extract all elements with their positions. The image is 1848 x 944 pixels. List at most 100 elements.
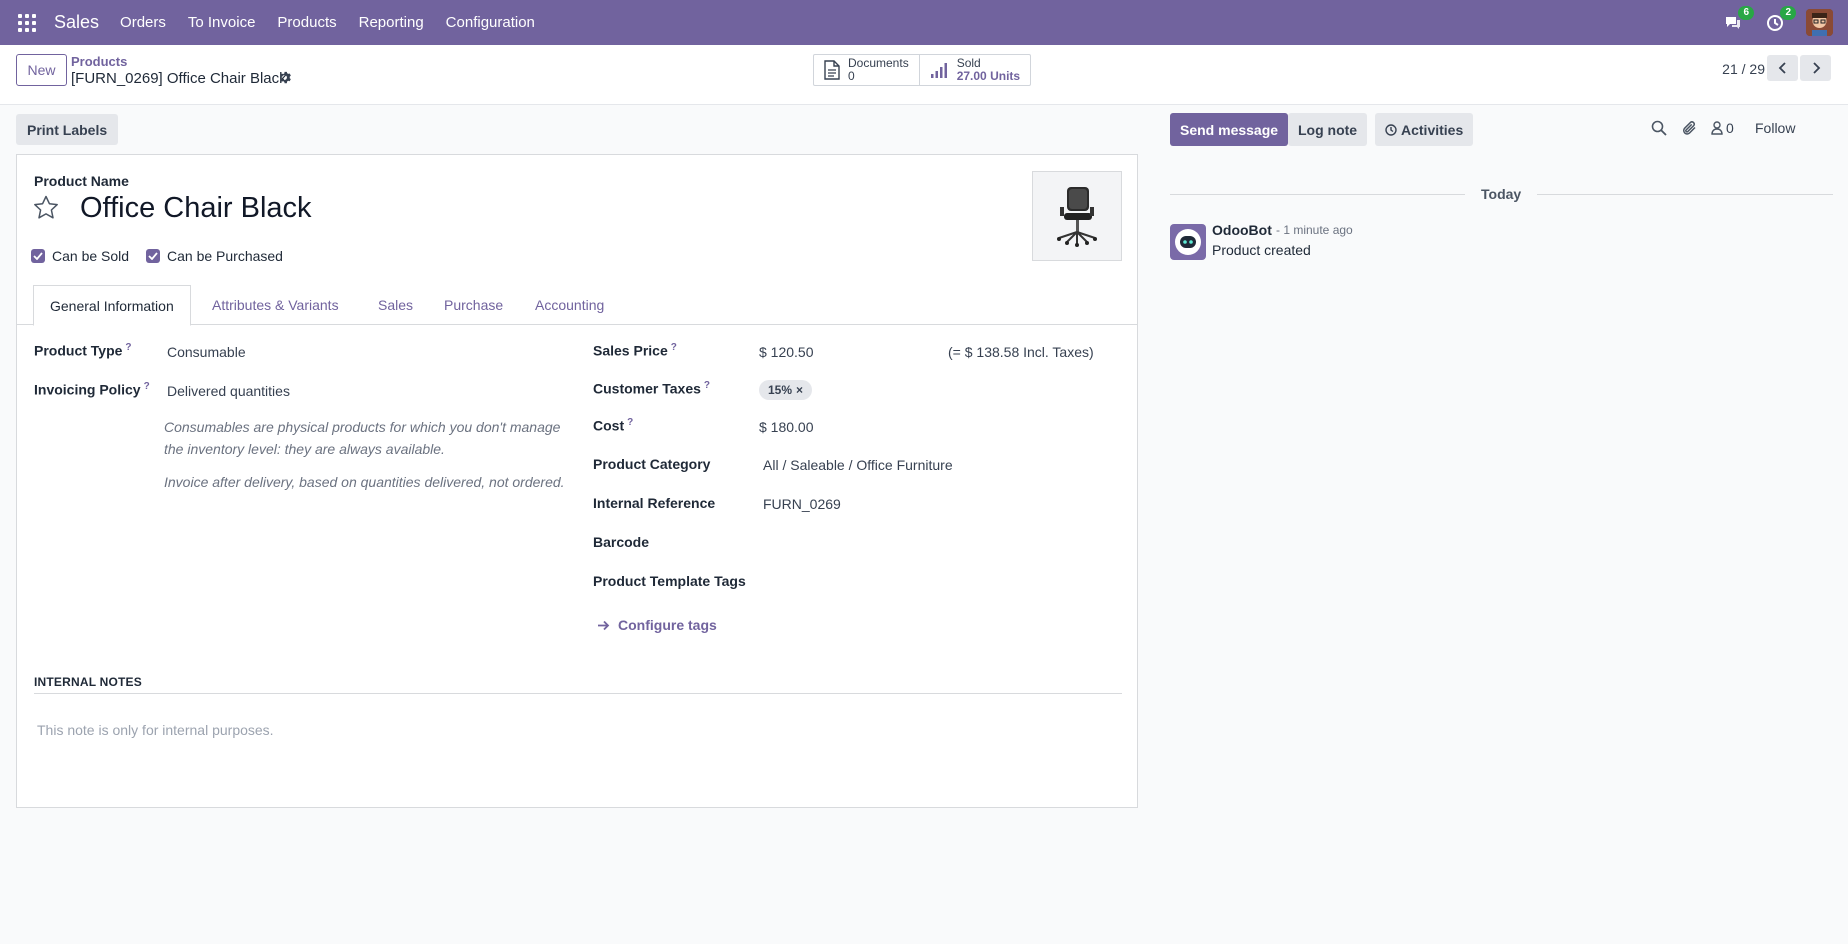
document-icon: [824, 60, 840, 80]
internal-notes-divider: [34, 693, 1122, 694]
tab-accounting[interactable]: Accounting: [535, 285, 604, 325]
print-labels-button[interactable]: Print Labels: [16, 114, 119, 145]
office-chair-image: [1057, 187, 1097, 247]
chevron-left-icon: [1778, 62, 1786, 74]
tab-sales[interactable]: Sales: [378, 285, 413, 325]
paperclip-icon[interactable]: [1682, 120, 1698, 140]
date-separator-line-left: [1170, 194, 1465, 195]
remove-tag-icon[interactable]: ×: [796, 383, 803, 397]
message-body: Product created: [1212, 242, 1311, 258]
star-icon[interactable]: [33, 195, 59, 224]
date-separator: Today: [1481, 186, 1522, 202]
invoice-policy-hint: Invoice after delivery, based on quantit…: [164, 474, 565, 490]
message-time: - 1 minute ago: [1276, 223, 1353, 237]
consumable-hint-line-2: the inventory level: they are always ava…: [164, 441, 445, 457]
help-tooltip-icon[interactable]: ?: [125, 342, 131, 353]
breadcrumb-products[interactable]: Products: [71, 54, 127, 69]
product-template-tags-label: Product Template Tags: [593, 573, 746, 589]
messages-icon[interactable]: 6: [1722, 5, 1754, 34]
gear-icon[interactable]: [278, 71, 291, 88]
product-category-field[interactable]: All / Saleable / Office Furniture: [763, 457, 953, 473]
sales-price-field[interactable]: $ 120.50: [759, 344, 814, 360]
log-note-button[interactable]: Log note: [1288, 113, 1368, 146]
internal-reference-field[interactable]: FURN_0269: [763, 496, 841, 512]
menu-orders[interactable]: Orders: [109, 14, 177, 31]
sold-smart-button[interactable]: Sold 27.00 Units: [918, 55, 1030, 85]
can-be-purchased-checkbox[interactable]: [146, 249, 160, 263]
user-avatar[interactable]: [1806, 9, 1833, 36]
internal-notes-title: INTERNAL NOTES: [34, 675, 142, 689]
menu-to-invoice[interactable]: To Invoice: [177, 14, 267, 31]
cost-field[interactable]: $ 180.00: [759, 419, 814, 435]
can-be-sold-checkbox-row: Can be Sold: [31, 248, 129, 264]
followers-button[interactable]: 0: [1711, 120, 1734, 136]
can-be-sold-checkbox[interactable]: [31, 249, 45, 263]
arrow-right-icon: [597, 620, 610, 631]
new-button[interactable]: New: [16, 54, 67, 86]
apps-grid-icon[interactable]: [18, 13, 36, 32]
odoobot-avatar[interactable]: [1170, 224, 1206, 260]
pager-previous-button[interactable]: [1767, 55, 1798, 81]
messages-badge: 6: [1738, 5, 1754, 20]
tab-attributes-variants[interactable]: Attributes & Variants: [212, 285, 339, 325]
can-be-purchased-checkbox-row: Can be Purchased: [146, 248, 283, 264]
help-tooltip-icon[interactable]: ?: [627, 417, 633, 428]
pager-value[interactable]: 21 / 29: [1722, 61, 1765, 77]
activities-label: Activities: [1401, 121, 1464, 138]
activities-button[interactable]: Activities: [1375, 113, 1474, 146]
chevron-right-icon: [1812, 62, 1820, 74]
activities-badge: 2: [1780, 5, 1796, 20]
invoicing-policy-field[interactable]: Delivered quantities: [167, 383, 290, 399]
tax-tag-label: 15%: [768, 383, 793, 397]
control-panel: New Products [FURN_0269] Office Chair Bl…: [0, 45, 1848, 105]
configure-tags-link[interactable]: Configure tags: [597, 617, 717, 633]
internal-reference-label: Internal Reference: [593, 495, 716, 511]
consumable-hint-line-1: Consumables are physical products for wh…: [164, 419, 561, 435]
tab-purchase[interactable]: Purchase: [444, 285, 503, 325]
can-be-purchased-label[interactable]: Can be Purchased: [167, 248, 283, 264]
product-image[interactable]: [1032, 171, 1122, 261]
sold-value: 27.00 Units: [956, 69, 1021, 83]
notebook-tabs: General Information Attributes & Variant…: [17, 285, 1137, 326]
help-tooltip-icon[interactable]: ?: [144, 381, 150, 392]
followers-count: 0: [1726, 120, 1734, 136]
product-type-label: Product Type?: [34, 342, 132, 359]
documents-smart-button[interactable]: Documents 0: [814, 55, 919, 85]
documents-count: 0: [848, 69, 855, 83]
product-form-sheet: Product Name Office Chair Black Can be S…: [16, 154, 1138, 808]
activities-clock-icon[interactable]: 2: [1764, 5, 1796, 34]
product-name-input[interactable]: Office Chair Black: [80, 192, 312, 225]
can-be-sold-label[interactable]: Can be Sold: [52, 248, 129, 264]
customer-taxes-label: Customer Taxes?: [593, 380, 711, 397]
signal-bars-icon: [930, 62, 950, 78]
invoicing-policy-label: Invoicing Policy?: [34, 381, 150, 398]
menu-products[interactable]: Products: [266, 14, 347, 31]
documents-label: Documents: [848, 56, 909, 70]
pager-next-button[interactable]: [1800, 55, 1831, 81]
product-name-label: Product Name: [34, 173, 129, 189]
person-icon: [1711, 121, 1723, 135]
product-category-label: Product Category: [593, 456, 711, 472]
customer-tax-tag[interactable]: 15% ×: [759, 380, 813, 400]
date-separator-line-right: [1537, 194, 1833, 195]
help-tooltip-icon[interactable]: ?: [671, 342, 677, 353]
sales-price-label: Sales Price?: [593, 342, 677, 359]
top-navbar: Sales Orders To Invoice Products Reporti…: [0, 0, 1848, 45]
internal-notes-editor[interactable]: This note is only for internal purposes.: [37, 722, 274, 738]
app-name[interactable]: Sales: [54, 12, 99, 33]
message-author[interactable]: OdooBot: [1212, 222, 1272, 238]
product-type-field[interactable]: Consumable: [167, 344, 246, 360]
menu-reporting[interactable]: Reporting: [348, 14, 435, 31]
help-tooltip-icon[interactable]: ?: [704, 380, 710, 391]
send-message-button[interactable]: Send message: [1170, 113, 1289, 146]
cost-label: Cost?: [593, 417, 634, 434]
smart-buttons: Documents 0 Sold 27.00 Units: [813, 54, 1032, 86]
follow-button[interactable]: Follow: [1755, 120, 1795, 136]
barcode-label: Barcode: [593, 534, 650, 550]
clock-icon: [1385, 123, 1397, 136]
tab-general-information[interactable]: General Information: [33, 285, 191, 326]
breadcrumb-current-record: [FURN_0269] Office Chair Black: [71, 70, 287, 87]
search-icon[interactable]: [1651, 120, 1667, 140]
configure-tags-label: Configure tags: [618, 617, 717, 633]
menu-configuration[interactable]: Configuration: [435, 14, 546, 31]
